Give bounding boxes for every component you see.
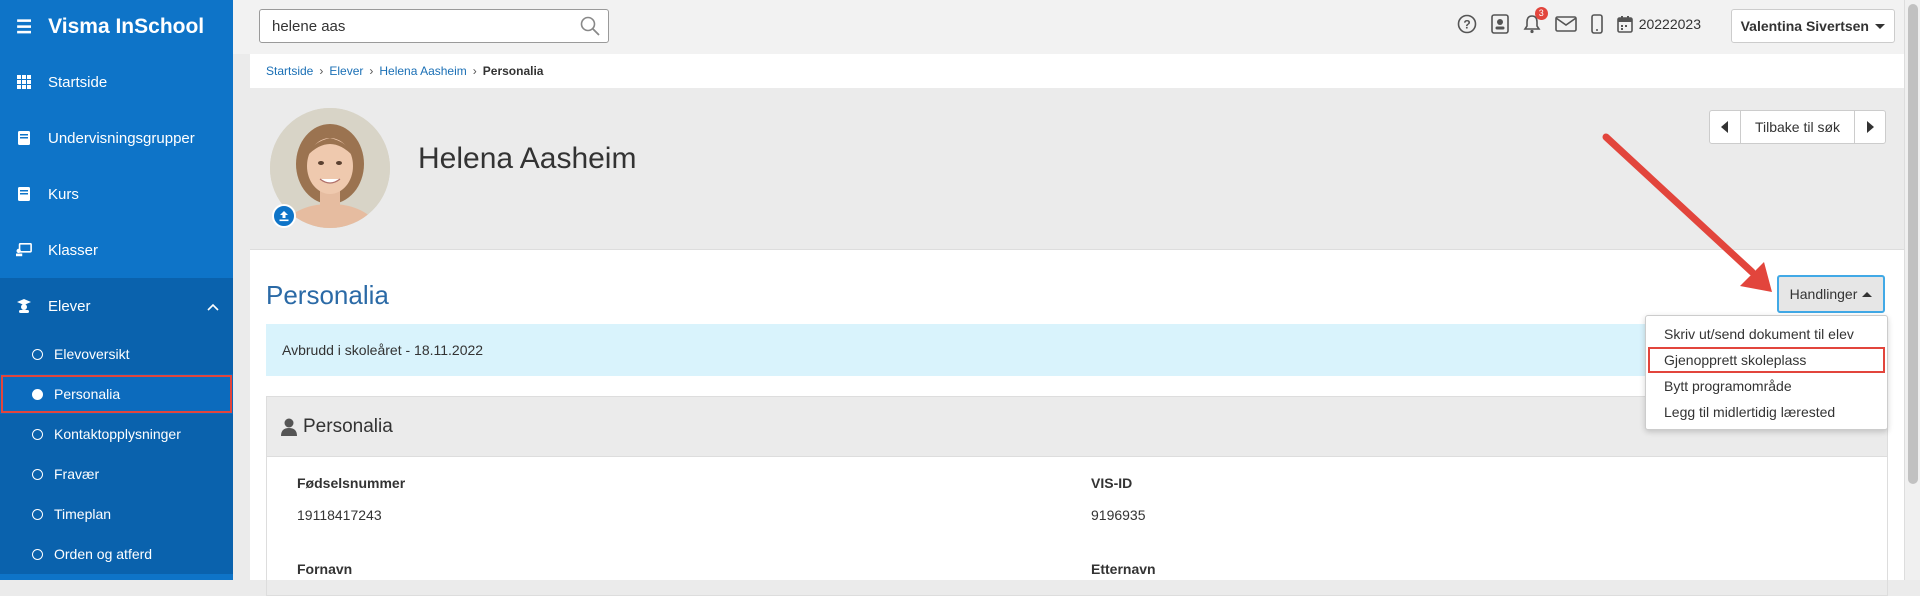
mail-icon[interactable] (1554, 16, 1577, 32)
menu-item-change-program-area[interactable]: Bytt programområde (1646, 373, 1887, 399)
student-icon (16, 298, 32, 314)
user-menu-button[interactable]: Valentina Sivertsen (1730, 9, 1895, 43)
sidebar-subitem-label: Kontaktopplysninger (54, 426, 181, 442)
chevron-right-icon: › (319, 64, 324, 78)
menu-icon[interactable]: ☰ (16, 17, 32, 38)
caret-up-icon (1862, 291, 1873, 297)
sidebar-subitem-label: Fravær (54, 466, 100, 482)
search-box (259, 9, 609, 43)
sidebar: ☰ Visma InSchool Startside Undervisnings… (0, 0, 233, 580)
circle-icon (32, 468, 43, 480)
upload-photo-icon[interactable] (272, 204, 296, 228)
top-icons: ? 3 20222023 (1443, 7, 1701, 34)
sidebar-item-elever[interactable]: Elever (0, 278, 233, 334)
circle-filled-icon (32, 388, 43, 400)
breadcrumb-startside[interactable]: Startside (266, 64, 313, 78)
actions-button-label: Handlinger (1789, 286, 1858, 302)
search-input[interactable] (260, 10, 560, 42)
field-label-fornavn: Fornavn (297, 561, 353, 577)
bell-icon[interactable]: 3 (1523, 7, 1548, 34)
app-brand: ☰ Visma InSchool (0, 0, 233, 54)
chevron-up-icon[interactable] (207, 298, 219, 315)
chevron-right-icon: › (472, 64, 477, 78)
search-pager: Tilbake til søk (1708, 110, 1886, 144)
svg-text:?: ? (1463, 18, 1470, 32)
sidebar-subitem-fravaer[interactable]: Fravær (0, 454, 233, 494)
menu-item-add-temporary-school[interactable]: Legg til midlertidig lærested (1646, 399, 1887, 425)
actions-dropdown-menu: Skriv ut/send dokument til elev Gjenoppr… (1645, 315, 1888, 430)
sidebar-subitem-personalia[interactable]: Personalia (0, 374, 233, 414)
menu-item-print-send-document[interactable]: Skriv ut/send dokument til elev (1646, 321, 1887, 347)
next-button[interactable] (1855, 111, 1885, 143)
breadcrumb: Startside › Elever › Helena Aasheim › Pe… (250, 54, 1904, 88)
breadcrumb-elever[interactable]: Elever (329, 64, 363, 78)
circle-icon (32, 348, 43, 360)
sidebar-item-label: Elever (48, 297, 91, 315)
sidebar-item-kurs[interactable]: Kurs (0, 166, 233, 222)
menu-item-restore-school-place[interactable]: Gjenopprett skoleplass (1648, 347, 1885, 373)
sidebar-item-label: Undervisningsgrupper (48, 129, 195, 147)
user-icon (281, 418, 297, 436)
book-icon (16, 130, 32, 146)
circle-icon (32, 428, 43, 440)
breadcrumb-student[interactable]: Helena Aasheim (379, 64, 466, 78)
sidebar-item-undervisningsgrupper[interactable]: Undervisningsgrupper (0, 110, 233, 166)
status-alert: Avbrudd i skoleåret - 18.11.2022 (266, 324, 1775, 376)
notification-badge: 3 (1534, 7, 1548, 20)
top-bar: ? 3 20222023 Valentina Sivertsen (233, 0, 1904, 54)
user-name: Valentina Sivertsen (1740, 18, 1869, 34)
field-label-vis-id: VIS-ID (1091, 475, 1133, 491)
back-to-search-button[interactable]: Tilbake til søk (1739, 111, 1855, 143)
caret-right-icon (1866, 121, 1874, 133)
school-year-label[interactable]: 20222023 (1639, 16, 1701, 32)
calendar-icon[interactable]: 20222023 (1616, 15, 1701, 33)
sidebar-subitem-kontaktopplysninger[interactable]: Kontaktopplysninger (0, 414, 233, 454)
previous-button[interactable] (1710, 111, 1740, 143)
student-name: Helena Aasheim (418, 142, 637, 175)
sidebar-subitem-orden-og-atferd[interactable]: Orden og atferd (0, 534, 233, 574)
scrollbar[interactable] (1904, 0, 1920, 580)
page-title: Personalia (266, 280, 389, 310)
mobile-icon[interactable] (1590, 14, 1603, 34)
circle-icon (32, 508, 43, 520)
field-value-fodselsnummer: 19118417243 (297, 507, 382, 523)
book-icon (16, 186, 32, 202)
help-icon[interactable]: ? (1457, 14, 1477, 34)
circle-icon (32, 548, 43, 560)
sidebar-subitem-label: Elevoversikt (54, 346, 130, 362)
contacts-icon[interactable] (1490, 14, 1509, 34)
sidebar-item-label: Klasser (48, 241, 99, 259)
caret-down-icon (1875, 23, 1885, 29)
search-icon[interactable] (580, 16, 600, 41)
sidebar-subitem-label: Timeplan (54, 506, 112, 522)
scrollbar-thumb[interactable] (1908, 4, 1918, 484)
subnav-elever: Elevoversikt Personalia Kontaktopplysnin… (0, 334, 233, 574)
sidebar-subitem-label: Personalia (54, 386, 121, 402)
panel-header: Personalia (267, 397, 1887, 457)
student-header: Helena Aasheim Tilbake til søk (250, 88, 1904, 250)
breadcrumb-current: Personalia (482, 64, 544, 78)
sidebar-subitem-timeplan[interactable]: Timeplan (0, 494, 233, 534)
field-label-etternavn: Etternavn (1091, 561, 1156, 577)
actions-button[interactable]: Handlinger (1777, 275, 1885, 313)
sidebar-item-klasser[interactable]: Klasser (0, 222, 233, 278)
sidebar-subitem-elevoversikt[interactable]: Elevoversikt (0, 334, 233, 374)
chevron-right-icon: › (369, 64, 374, 78)
sidebar-item-label: Kurs (48, 185, 79, 203)
classroom-icon (16, 242, 32, 258)
panel-title: Personalia (303, 415, 393, 437)
field-label-fodselsnummer: Fødselsnummer (297, 475, 406, 491)
sidebar-item-label: Startside (48, 73, 108, 91)
field-value-vis-id: 9196935 (1091, 507, 1146, 523)
sidebar-subitem-label: Orden og atferd (54, 546, 153, 562)
grid-icon (16, 74, 32, 90)
caret-left-icon (1721, 121, 1729, 133)
sidebar-item-startside[interactable]: Startside (0, 54, 233, 110)
app-title[interactable]: Visma InSchool (48, 15, 204, 39)
